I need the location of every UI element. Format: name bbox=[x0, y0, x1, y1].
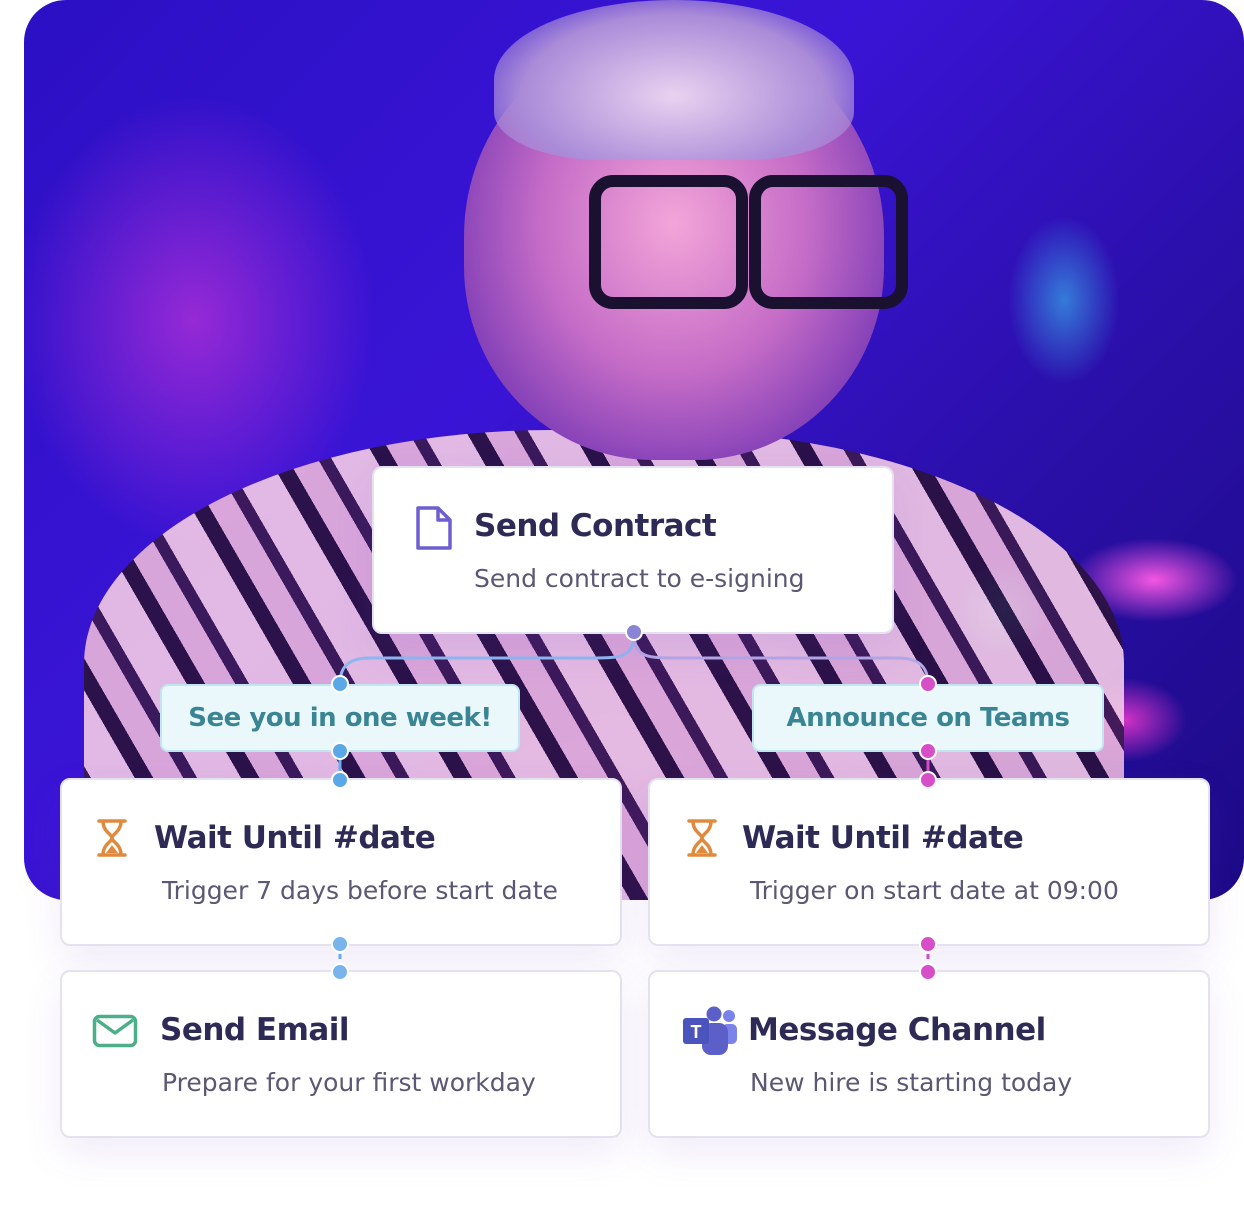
node-title: Wait Until #date bbox=[742, 820, 1024, 856]
node-subtitle: Trigger 7 days before start date bbox=[162, 876, 558, 905]
svg-text:T: T bbox=[691, 1022, 702, 1042]
hero-photo bbox=[24, 0, 1244, 900]
photo-glasses-left bbox=[589, 175, 748, 309]
node-subtitle: Trigger on start date at 09:00 bbox=[750, 876, 1119, 905]
node-title: Send Contract bbox=[474, 508, 717, 544]
document-icon bbox=[414, 504, 454, 557]
node-subtitle: New hire is starting today bbox=[750, 1068, 1073, 1097]
mail-icon bbox=[92, 1014, 138, 1053]
node-message-channel[interactable]: T Message Channel New hire is starting t… bbox=[648, 970, 1210, 1138]
node-title: Send Email bbox=[160, 1012, 350, 1048]
node-title: Wait Until #date bbox=[154, 820, 436, 856]
node-send-email[interactable]: Send Email Prepare for your first workda… bbox=[60, 970, 622, 1138]
node-send-contract[interactable]: Send Contract Send contract to e-signing bbox=[372, 466, 894, 634]
hourglass-icon bbox=[686, 818, 718, 863]
photo-hair bbox=[494, 0, 854, 160]
hourglass-icon bbox=[96, 818, 128, 863]
photo-glasses-right bbox=[749, 175, 908, 309]
node-wait-right[interactable]: Wait Until #date Trigger on start date a… bbox=[648, 778, 1210, 946]
node-subtitle: Prepare for your first workday bbox=[162, 1068, 536, 1097]
branch-label-left[interactable]: See you in one week! bbox=[160, 684, 520, 752]
node-subtitle: Send contract to e-signing bbox=[474, 564, 805, 593]
node-wait-left[interactable]: Wait Until #date Trigger 7 days before s… bbox=[60, 778, 622, 946]
branch-label-right[interactable]: Announce on Teams bbox=[752, 684, 1104, 752]
node-title: Message Channel bbox=[748, 1012, 1046, 1048]
teams-icon: T bbox=[682, 1006, 738, 1063]
